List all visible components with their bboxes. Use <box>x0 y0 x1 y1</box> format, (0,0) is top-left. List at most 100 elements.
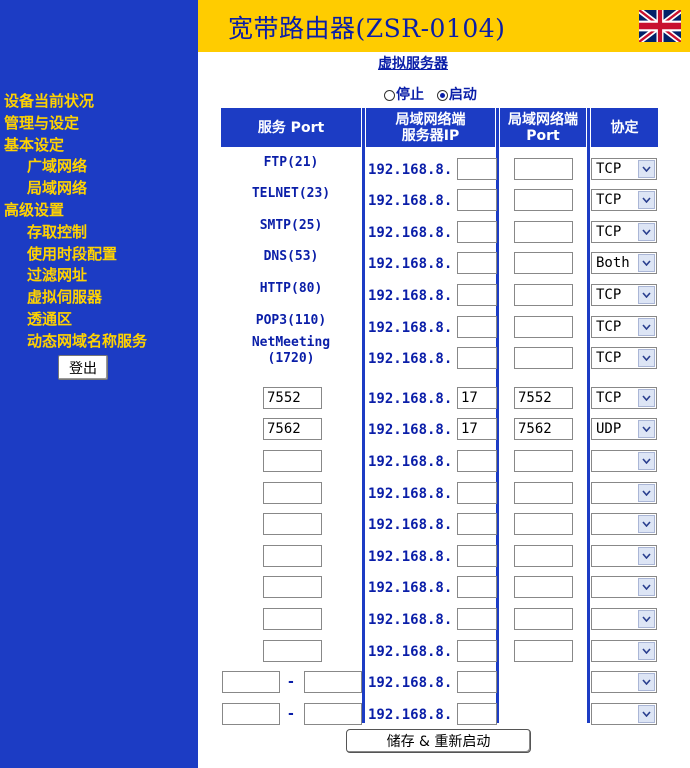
stop-radio[interactable]: 停止 <box>384 87 424 103</box>
lan-port-input[interactable] <box>514 482 573 504</box>
chevron-down-icon[interactable] <box>638 578 655 596</box>
server-ip-input[interactable] <box>457 545 497 567</box>
lan-port-input[interactable] <box>514 284 573 306</box>
protocol-select[interactable] <box>591 513 657 535</box>
server-ip-input[interactable] <box>457 671 497 693</box>
chevron-down-icon[interactable] <box>638 191 655 209</box>
lan-port-input[interactable] <box>514 450 573 472</box>
chevron-down-icon[interactable] <box>638 160 655 178</box>
server-ip-input[interactable] <box>457 284 497 306</box>
server-ip-input[interactable] <box>457 387 497 409</box>
protocol-select[interactable] <box>591 576 657 598</box>
server-ip-input[interactable] <box>457 703 497 725</box>
protocol-select[interactable]: UDP <box>591 418 657 440</box>
port-range-start-input[interactable] <box>222 671 280 693</box>
protocol-select[interactable]: TCP <box>591 189 657 211</box>
sidebar-item[interactable]: 虚拟伺服器 <box>4 287 147 309</box>
chevron-down-icon[interactable] <box>638 286 655 304</box>
port-range-start-input[interactable] <box>222 703 280 725</box>
lan-port-input[interactable] <box>514 418 573 440</box>
chevron-down-icon[interactable] <box>638 389 655 407</box>
lan-port-input[interactable] <box>514 221 573 243</box>
save-restart-button[interactable]: 储存 & 重新启动 <box>346 729 531 753</box>
lan-port-input[interactable] <box>514 608 573 630</box>
sidebar-item[interactable]: 存取控制 <box>4 222 147 244</box>
protocol-select[interactable]: TCP <box>591 284 657 306</box>
service-port-input[interactable] <box>263 513 322 535</box>
service-port-input[interactable] <box>263 418 322 440</box>
protocol-select[interactable]: TCP <box>591 221 657 243</box>
port-range-end-input[interactable] <box>304 703 362 725</box>
chevron-down-icon[interactable] <box>638 318 655 336</box>
chevron-down-icon[interactable] <box>638 223 655 241</box>
protocol-select[interactable]: TCP <box>591 347 657 369</box>
service-port-input[interactable] <box>263 640 322 662</box>
lan-port-input[interactable] <box>514 545 573 567</box>
protocol-select[interactable] <box>591 482 657 504</box>
server-ip-input[interactable] <box>457 221 497 243</box>
server-ip-input[interactable] <box>457 576 497 598</box>
sidebar-item[interactable]: 管理与设定 <box>4 113 147 135</box>
lan-port-input[interactable] <box>514 316 573 338</box>
protocol-select[interactable] <box>591 545 657 567</box>
server-ip-input[interactable] <box>457 316 497 338</box>
chevron-down-icon[interactable] <box>638 547 655 565</box>
protocol-select[interactable] <box>591 450 657 472</box>
protocol-select[interactable]: TCP <box>591 158 657 180</box>
service-port-input[interactable] <box>263 482 322 504</box>
server-ip-input[interactable] <box>457 347 497 369</box>
chevron-down-icon[interactable] <box>638 349 655 367</box>
server-ip-input[interactable] <box>457 189 497 211</box>
uk-flag-icon[interactable] <box>639 10 681 42</box>
port-range-end-input[interactable] <box>304 671 362 693</box>
server-ip-input[interactable] <box>457 640 497 662</box>
protocol-select[interactable] <box>591 640 657 662</box>
chevron-down-icon[interactable] <box>638 610 655 628</box>
protocol-select[interactable] <box>591 703 657 725</box>
protocol-select[interactable] <box>591 608 657 630</box>
server-ip-input[interactable] <box>457 513 497 535</box>
server-ip-input[interactable] <box>457 418 497 440</box>
lan-port-input[interactable] <box>514 158 573 180</box>
lan-port-input[interactable] <box>514 640 573 662</box>
service-port-input[interactable] <box>263 387 322 409</box>
service-port-input[interactable] <box>263 545 322 567</box>
chevron-down-icon[interactable] <box>638 673 655 691</box>
server-ip-input[interactable] <box>457 482 497 504</box>
server-ip-input[interactable] <box>457 450 497 472</box>
sidebar-item[interactable]: 基本设定 <box>4 135 147 157</box>
sidebar-item[interactable]: 过滤网址 <box>4 265 147 287</box>
sidebar-item[interactable]: 高级设置 <box>4 200 147 222</box>
chevron-down-icon[interactable] <box>638 484 655 502</box>
lan-port-input[interactable] <box>514 347 573 369</box>
server-ip-input[interactable] <box>457 158 497 180</box>
lan-port-input[interactable] <box>514 576 573 598</box>
server-ip-input[interactable] <box>457 252 497 274</box>
service-port-input[interactable] <box>263 450 322 472</box>
protocol-select[interactable] <box>591 671 657 693</box>
service-port-input[interactable] <box>263 608 322 630</box>
protocol-select[interactable]: TCP <box>591 387 657 409</box>
sidebar-item[interactable]: 使用时段配置 <box>4 244 147 266</box>
protocol-select[interactable]: TCP <box>591 316 657 338</box>
lan-port-input[interactable] <box>514 252 573 274</box>
lan-port-input[interactable] <box>514 387 573 409</box>
chevron-down-icon[interactable] <box>638 705 655 723</box>
start-radio[interactable]: 启动 <box>436 87 477 103</box>
sidebar-item[interactable]: 动态网域名称服务 <box>4 331 147 353</box>
chevron-down-icon[interactable] <box>638 515 655 533</box>
server-ip-input[interactable] <box>457 608 497 630</box>
chevron-down-icon[interactable] <box>638 420 655 438</box>
logout-button[interactable]: 登出 <box>58 355 108 380</box>
sidebar-item[interactable]: 广域网络 <box>4 156 147 178</box>
chevron-down-icon[interactable] <box>638 254 655 272</box>
protocol-select[interactable]: Both <box>591 252 657 274</box>
service-port-input[interactable] <box>263 576 322 598</box>
lan-port-input[interactable] <box>514 513 573 535</box>
sidebar-item[interactable]: 透通区 <box>4 309 147 331</box>
sidebar-item[interactable]: 局域网络 <box>4 178 147 200</box>
lan-port-input[interactable] <box>514 189 573 211</box>
sidebar-item[interactable]: 设备当前状况 <box>4 91 147 113</box>
virtual-server-heading[interactable]: 虚拟服务器 <box>378 53 448 73</box>
chevron-down-icon[interactable] <box>638 452 655 470</box>
